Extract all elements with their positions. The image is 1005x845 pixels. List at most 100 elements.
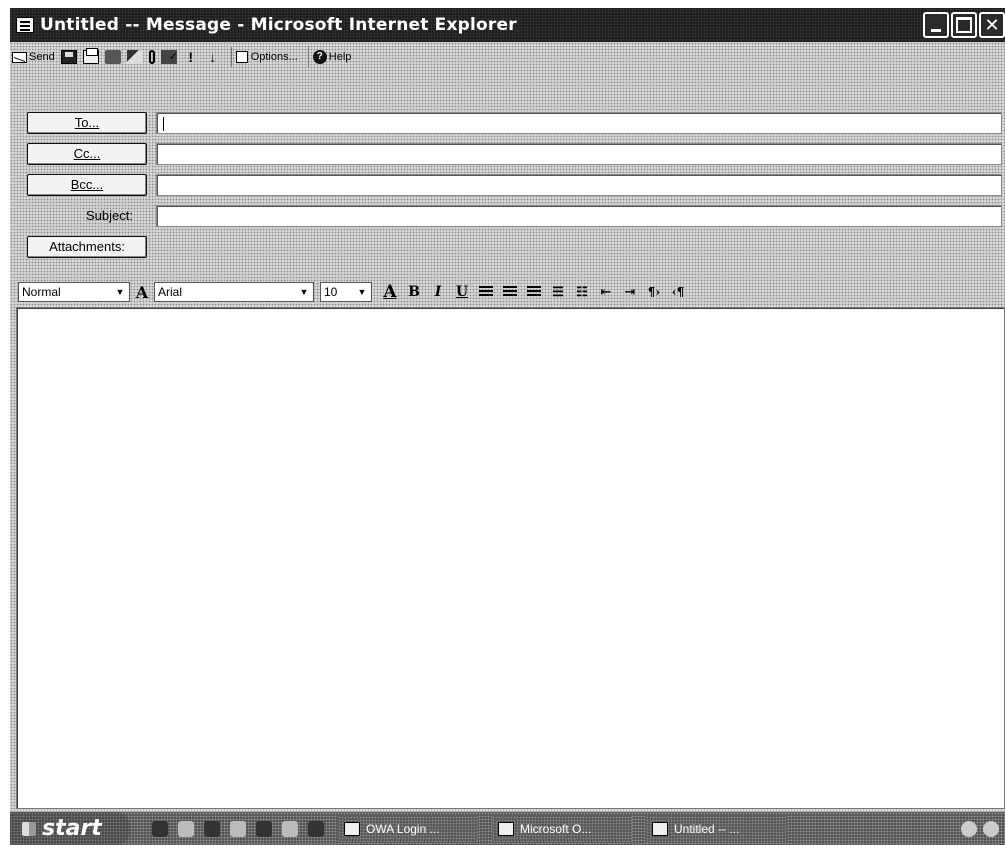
task-label: Untitled -- ... [674,821,740,836]
task-owa-login[interactable]: OWA Login ... [338,815,478,842]
underline-icon[interactable]: U [452,283,472,301]
check-names-icon [126,50,143,64]
maximize-button[interactable] [951,12,977,38]
message-body-editor[interactable] [16,307,1005,809]
importance-high-icon: ! [188,49,194,65]
send-label: Send [29,51,55,63]
bulleted-list-icon[interactable]: ☰ [548,283,568,301]
app-icon[interactable] [282,820,298,837]
text-caret [163,116,164,131]
app-icon[interactable] [308,820,324,837]
cc-button[interactable]: Cc... [27,143,147,165]
minimize-button[interactable] [923,12,949,38]
window-title: Untitled -- Message - Microsoft Internet… [40,15,517,35]
lines-glyph [479,286,493,298]
style-select[interactable]: Normal ▼ [18,282,130,302]
to-row: To... [10,112,1005,136]
importance-high-button[interactable]: ! [183,46,199,68]
ie-message-icon [16,17,34,33]
numbered-list-icon[interactable]: ☷ [572,283,592,301]
importance-low-button[interactable]: ↓ [205,46,221,68]
message-frame: Send ! ↓ Options... ? Help To... [10,42,1005,812]
task-untitled-message[interactable]: Untitled -- ... [646,815,786,842]
ltr-icon[interactable]: ¶› [644,283,664,301]
align-left-icon[interactable] [476,283,496,301]
start-button[interactable]: start [10,812,130,845]
size-value: 10 [324,285,338,299]
desktop-icon[interactable] [178,820,194,837]
help-icon: ? [312,50,327,64]
bold-icon[interactable]: B [404,283,424,301]
bcc-row: Bcc... [10,174,1005,198]
message-window: Untitled -- Message - Microsoft Internet… [0,0,1005,845]
window-icon [652,821,668,836]
send-icon [12,51,27,63]
lines-glyph [503,286,517,298]
taskbar: start OWA Login ... Microsoft O... Untit… [10,812,1005,845]
italic-icon[interactable]: I [428,283,448,301]
toolbar-separator [307,47,309,67]
save-button[interactable] [60,46,77,68]
align-center-icon[interactable] [500,283,520,301]
spell-check-icon [160,50,178,64]
window-controls: ✕ [923,12,1005,38]
task-microsoft-outlook[interactable]: Microsoft O... [492,815,632,842]
help-label: Help [328,51,352,63]
options-label: Options... [250,51,298,63]
quick-launch [152,820,324,837]
print-icon [82,48,99,64]
check-names-button[interactable] [126,46,143,68]
close-button[interactable]: ✕ [979,12,1005,38]
bcc-button[interactable]: Bcc... [27,174,147,196]
tray-icon[interactable] [961,820,977,837]
task-label: OWA Login ... [366,821,440,836]
align-right-icon[interactable] [524,283,544,301]
rtl-icon[interactable]: ‹¶ [668,283,688,301]
window-icon [344,821,360,836]
format-toolbar: Normal ▼ A Arial ▼ 10 ▼ A B I U ☰ ☷ ⇤ ⇥ … [10,279,1005,305]
subject-field[interactable] [156,205,1002,227]
options-icon [235,51,248,63]
to-button[interactable]: To... [27,112,147,134]
chevron-down-icon: ▼ [115,287,125,297]
font-color-icon[interactable]: A [380,282,400,302]
app-icon[interactable] [230,820,246,837]
address-book-button[interactable] [104,46,121,68]
save-icon [60,50,77,64]
print-button[interactable] [82,46,99,68]
importance-low-icon: ↓ [209,49,217,65]
cc-row: Cc... [10,143,1005,167]
task-label: Microsoft O... [520,821,592,836]
cc-field[interactable] [156,143,1002,165]
attach-icon [148,50,155,64]
style-value: Normal [22,285,61,299]
chevron-down-icon: ▼ [357,287,367,297]
windows-flag-icon [22,821,36,836]
to-field[interactable] [156,112,1002,134]
attach-button[interactable] [148,46,155,68]
lines-glyph [527,286,541,298]
message-toolbar: Send ! ↓ Options... ? Help [10,42,1005,72]
spell-check-button[interactable] [160,46,178,68]
app-icon[interactable] [256,820,272,837]
attachments-button[interactable]: Attachments: [27,236,147,258]
increase-indent-icon[interactable]: ⇥ [620,283,640,301]
help-button[interactable]: ? Help [312,46,352,68]
window-icon [498,821,514,836]
start-label: start [42,816,102,841]
outlook-icon[interactable] [204,820,220,837]
subject-label: Subject: [86,208,133,223]
tray-icon[interactable] [983,820,999,837]
bcc-field[interactable] [156,174,1002,196]
decrease-indent-icon[interactable]: ⇤ [596,283,616,301]
ie-icon[interactable] [152,820,168,837]
chevron-down-icon: ▼ [299,287,309,297]
options-button[interactable]: Options... [235,46,298,68]
font-icon: A [135,282,149,302]
font-value: Arial [158,285,183,299]
size-select[interactable]: 10 ▼ [320,282,372,302]
font-select[interactable]: Arial ▼ [154,282,314,302]
title-bar[interactable]: Untitled -- Message - Microsoft Internet… [10,8,1005,42]
send-button[interactable]: Send [12,46,55,68]
attachments-row: Attachments: [10,236,1005,260]
